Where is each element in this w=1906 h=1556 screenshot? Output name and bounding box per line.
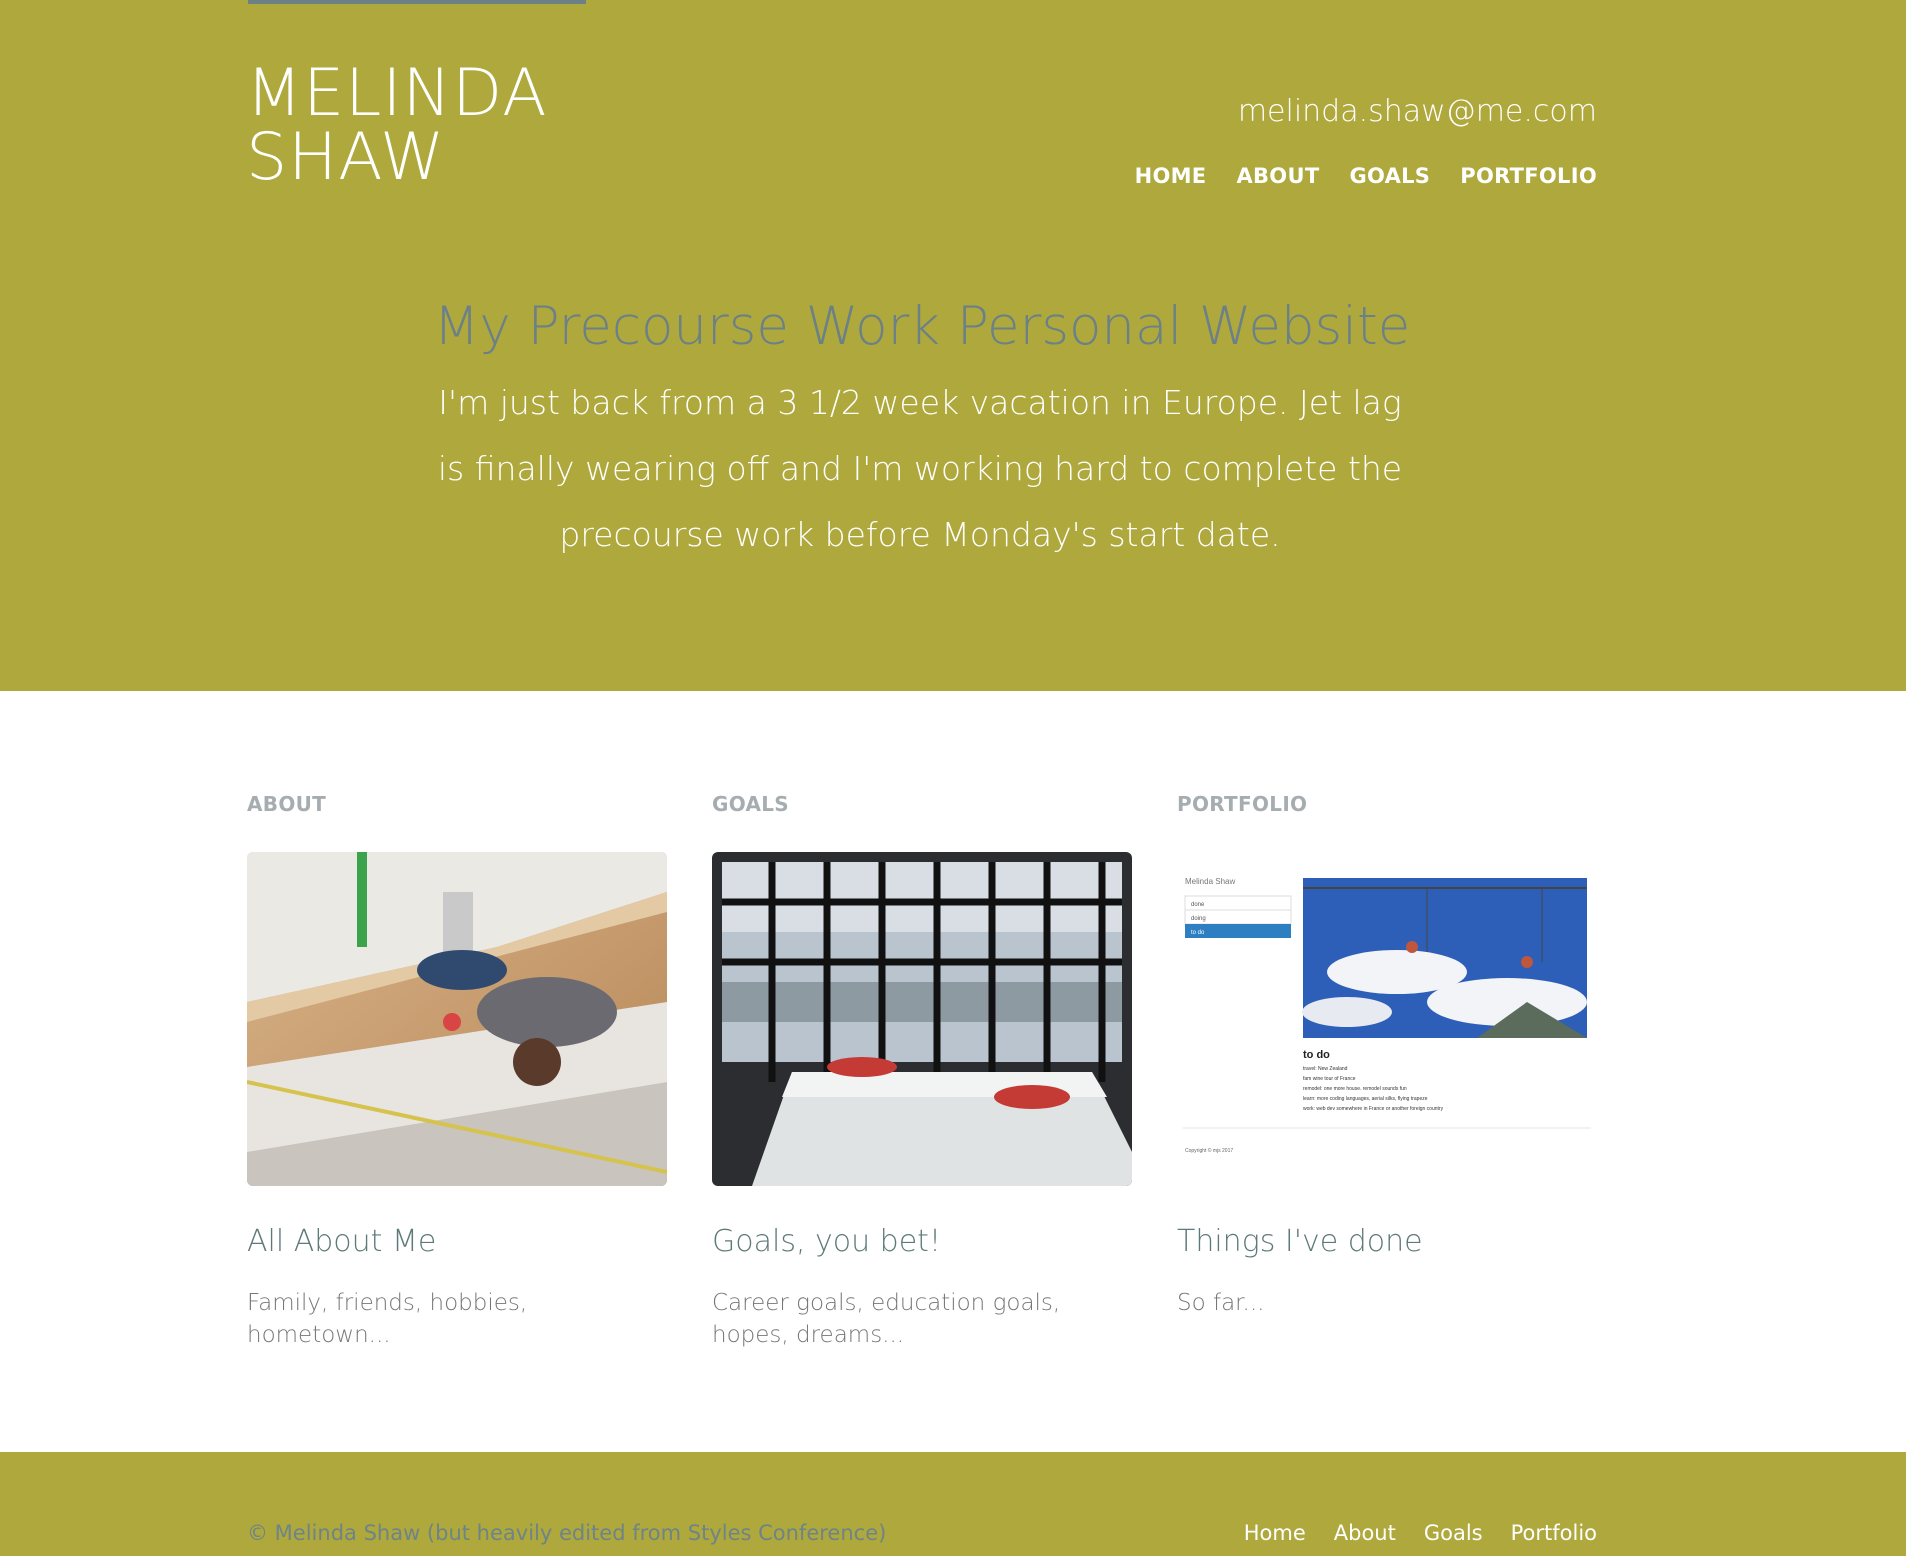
nav-portfolio-link[interactable]: PORTFOLIO (1460, 164, 1597, 188)
logo-first-name: MELINDA (246, 56, 548, 131)
footer-portfolio-link[interactable]: Portfolio (1511, 1521, 1597, 1545)
portfolio-title-link[interactable]: Things I've done (1177, 1224, 1597, 1259)
portfolio-screenshot-image: Melinda Shaw done doing to do to do trav… (1177, 852, 1597, 1186)
nav-about-link[interactable]: ABOUT (1236, 164, 1319, 188)
site-logo-name[interactable]: MELINDA SHAW (246, 56, 706, 195)
portfolio-label: PORTFOLIO (1177, 792, 1308, 816)
footer-about-link[interactable]: About (1334, 1521, 1396, 1545)
portfolio-card: PORTFOLIO Melinda Shaw done doing to do (1177, 792, 1597, 1351)
about-card: ABOUT All About Me Family, friends, hobb… (247, 792, 667, 1351)
goals-photo-image (712, 852, 1132, 1186)
about-photo-image (247, 852, 667, 1186)
footer-goals-link[interactable]: Goals (1424, 1521, 1483, 1545)
thumb-line-2: fam wine tour of France (1303, 1076, 1356, 1082)
thumb-line-3: remodel: one more house. remodel sounds … (1303, 1086, 1407, 1092)
about-description: Family, friends, hobbies, hometown... (247, 1290, 528, 1348)
hero-title: My Precourse Work Personal Website (433, 296, 1411, 357)
goals-card: GOALS Goals, you bet! Career goals, educ… (712, 792, 1132, 1351)
hero-text: I'm just back from a 3 1/2 week vacation… (437, 383, 1403, 554)
thumb-site-name: Melinda Shaw (1185, 877, 1235, 886)
about-photo[interactable] (247, 852, 667, 1186)
main-nav: HOME ABOUT GOALS PORTFOLIO (1135, 164, 1597, 188)
goals-description: Career goals, education goals, hopes, dr… (712, 1290, 1061, 1348)
nav-home-link[interactable]: HOME (1135, 164, 1207, 188)
thumb-heading: to do (1303, 1049, 1330, 1061)
feature-cards: ABOUT All About Me Family, friends, hobb… (247, 792, 1597, 1351)
email-link[interactable]: melinda.shaw@me.com (1238, 94, 1597, 129)
goals-photo[interactable] (712, 852, 1132, 1186)
footer-home-link[interactable]: Home (1244, 1521, 1306, 1545)
thumb-line-1: travel: New Zealand (1303, 1066, 1348, 1072)
thumb-menu-todo: to do (1191, 930, 1205, 936)
thumb-menu-done: done (1191, 902, 1205, 908)
thumb-line-4: learn: more coding languages, aerial sil… (1303, 1096, 1428, 1102)
about-label: ABOUT (247, 792, 327, 816)
nav-goals-link[interactable]: GOALS (1349, 164, 1430, 188)
portfolio-description: So far... (1177, 1290, 1265, 1316)
thumb-line-5: work: web dev somewhere in France or ano… (1303, 1106, 1444, 1112)
portfolio-screenshot[interactable]: Melinda Shaw done doing to do to do trav… (1177, 852, 1597, 1186)
thumb-menu-doing: doing (1191, 916, 1206, 922)
goals-label: GOALS (712, 792, 790, 816)
top-accent-bar (248, 0, 586, 4)
goals-title-link[interactable]: Goals, you bet! (712, 1224, 1132, 1259)
footer-nav: Home About Goals Portfolio (1244, 1521, 1597, 1545)
about-title-link[interactable]: All About Me (247, 1224, 667, 1259)
logo-last-name: SHAW (246, 120, 446, 195)
footer-copyright: © Melinda Shaw (but heavily edited from … (247, 1521, 887, 1545)
thumb-copyright: Copyright © mjs 2017 (1185, 1147, 1233, 1154)
